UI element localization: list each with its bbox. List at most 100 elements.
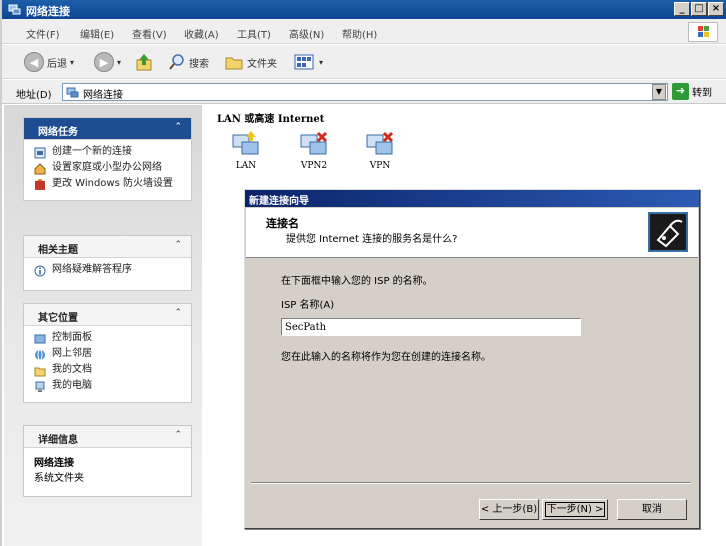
place-control-panel[interactable]: 控制面板 (34, 332, 183, 345)
info-icon (34, 265, 46, 277)
task-troubleshooter[interactable]: 网络疑难解答程序 (34, 264, 183, 277)
menu-tools[interactable]: 工具(T) (237, 26, 271, 41)
search-icon (169, 54, 184, 70)
connection-label: VPN2 (300, 161, 328, 171)
connection-label: VPN (369, 161, 391, 171)
next-step-button[interactable]: 下一步(N) > (542, 499, 608, 520)
collapse-chevron-icon[interactable]: ⌃ (174, 122, 182, 132)
wizard-note: 您在此输入的名称将作为您在创建的连接名称。 (281, 352, 491, 363)
home-network-icon (34, 163, 46, 175)
place-network-places[interactable]: 网上邻居 (34, 348, 183, 361)
menu-file[interactable]: 文件(F) (26, 26, 60, 41)
views-button[interactable]: ▾ (294, 51, 323, 73)
menu-edit[interactable]: 编辑(E) (80, 26, 114, 41)
wizard-instruction: 在下面框中输入您的 ISP 的名称。 (281, 276, 433, 287)
up-folder-button[interactable] (134, 51, 154, 73)
place-label: 我的电脑 (52, 380, 92, 391)
menu-favorites[interactable]: 收藏(A) (184, 26, 219, 41)
forward-dropdown-icon: ▾ (117, 57, 122, 67)
control-panel-icon (34, 334, 46, 344)
task-label: 创建一个新的连接 (52, 146, 132, 157)
address-bar: 地址(D) 网络连接 ▼ ➜ 转到 (2, 80, 726, 104)
title-bar[interactable]: 网络连接 _ □ × (2, 0, 726, 19)
related-topics-panel: 相关主题 ⌃ 网络疑难解答程序 (23, 235, 192, 291)
back-dropdown-icon: ▾ (70, 57, 75, 67)
menu-advanced[interactable]: 高级(N) (289, 26, 324, 41)
network-tasks-panel: 网络任务 ⌃ 创建一个新的连接 设置家庭或小型办公网络 更改 Windows 防… (23, 117, 192, 201)
task-label: 网络疑难解答程序 (52, 264, 132, 275)
address-input[interactable]: 网络连接 (62, 83, 668, 101)
connection-label: LAN (235, 161, 257, 171)
connection-wizard-icon (648, 212, 688, 252)
back-step-button[interactable]: < 上一步(B) (479, 499, 539, 520)
vpn2-connection-icon (300, 131, 328, 155)
isp-name-input[interactable] (281, 318, 581, 336)
network-connections-icon (8, 4, 21, 15)
place-my-computer[interactable]: 我的电脑 (34, 380, 183, 393)
details-name: 网络连接 (34, 458, 74, 469)
task-label: 设置家庭或小型办公网络 (52, 162, 162, 173)
folders-button[interactable]: 文件夹 (224, 51, 277, 73)
explorer-window: 网络连接 _ □ × 文件(F) 编辑(E) 查看(V) 收藏(A) 工具(T)… (0, 0, 726, 546)
back-arrow-icon: ◀ (24, 52, 44, 72)
collapse-chevron-icon[interactable]: ⌃ (174, 430, 182, 440)
connection-vpn[interactable]: VPN (358, 131, 402, 171)
address-value: 网络连接 (83, 90, 123, 101)
close-button[interactable]: × (708, 2, 724, 16)
go-label: 转到 (692, 88, 712, 99)
up-folder-icon (136, 54, 152, 71)
cancel-button[interactable]: 取消 (617, 499, 687, 520)
wizard-separator (251, 482, 691, 484)
place-label: 我的文档 (52, 364, 92, 375)
place-my-documents[interactable]: 我的文档 (34, 364, 183, 377)
network-connections-icon (66, 87, 79, 98)
wizard-title[interactable]: 新建连接向导 (245, 190, 699, 207)
firewall-icon (35, 179, 45, 190)
group-heading: LAN 或高速 Internet (217, 114, 325, 125)
related-topics-header[interactable]: 相关主题 ⌃ (24, 236, 191, 258)
minimize-button[interactable]: _ (674, 2, 690, 16)
task-create-connection[interactable]: 创建一个新的连接 (34, 146, 183, 159)
forward-arrow-icon: ▶ (94, 52, 114, 72)
other-places-header[interactable]: 其它位置 ⌃ (24, 304, 191, 326)
lan-connection-icon (232, 131, 259, 155)
toolbar: ◀ 后退 ▾ ▶ ▾ 搜索 文件夹 ▾ (2, 45, 726, 79)
folders-label: 文件夹 (247, 58, 277, 70)
caption-buttons: _ □ × (674, 2, 724, 16)
wizard-step-subtitle: 提供您 Internet 连接的服务名是什么? (286, 234, 458, 245)
search-button[interactable]: 搜索 (168, 51, 209, 73)
task-firewall-settings[interactable]: 更改 Windows 防火墙设置 (34, 178, 183, 191)
menu-view[interactable]: 查看(V) (132, 26, 167, 41)
back-button[interactable]: ◀ 后退 ▾ (24, 51, 74, 73)
connection-vpn2[interactable]: VPN2 (292, 131, 336, 171)
place-label: 网上邻居 (52, 348, 92, 359)
windows-logo-icon (688, 22, 718, 42)
details-header[interactable]: 详细信息 ⌃ (24, 426, 191, 448)
task-pane: 网络任务 ⌃ 创建一个新的连接 设置家庭或小型办公网络 更改 Windows 防… (4, 105, 202, 546)
go-arrow-icon: ➜ (672, 83, 689, 100)
menu-help[interactable]: 帮助(H) (342, 26, 377, 41)
task-label: 更改 Windows 防火墙设置 (52, 178, 173, 189)
back-label: 后退 (47, 58, 67, 70)
collapse-chevron-icon[interactable]: ⌃ (174, 240, 182, 250)
views-icon (294, 54, 314, 70)
new-connection-icon (34, 147, 46, 159)
related-topics-title: 相关主题 (38, 245, 78, 256)
other-places-panel: 其它位置 ⌃ 控制面板 网上邻居 我的文档 我的电脑 (23, 303, 192, 403)
views-dropdown-icon: ▾ (319, 57, 324, 67)
vpn-connection-icon (366, 131, 394, 155)
maximize-button[interactable]: □ (691, 2, 707, 16)
network-tasks-title: 网络任务 (38, 127, 78, 138)
wizard-step-title: 连接名 (266, 217, 299, 230)
details-panel: 详细信息 ⌃ 网络连接 系统文件夹 (23, 425, 192, 497)
menu-bar: 文件(F) 编辑(E) 查看(V) 收藏(A) 工具(T) 高级(N) 帮助(H… (2, 19, 726, 44)
collapse-chevron-icon[interactable]: ⌃ (174, 308, 182, 318)
place-label: 控制面板 (52, 332, 92, 343)
my-documents-icon (34, 367, 46, 377)
connection-lan[interactable]: LAN (224, 131, 268, 171)
task-home-network[interactable]: 设置家庭或小型办公网络 (34, 162, 183, 175)
go-button[interactable]: ➜ 转到 (672, 83, 712, 100)
network-tasks-header[interactable]: 网络任务 ⌃ (24, 118, 191, 140)
forward-button[interactable]: ▶ ▾ (94, 51, 121, 73)
address-dropdown-button[interactable]: ▼ (652, 84, 666, 100)
